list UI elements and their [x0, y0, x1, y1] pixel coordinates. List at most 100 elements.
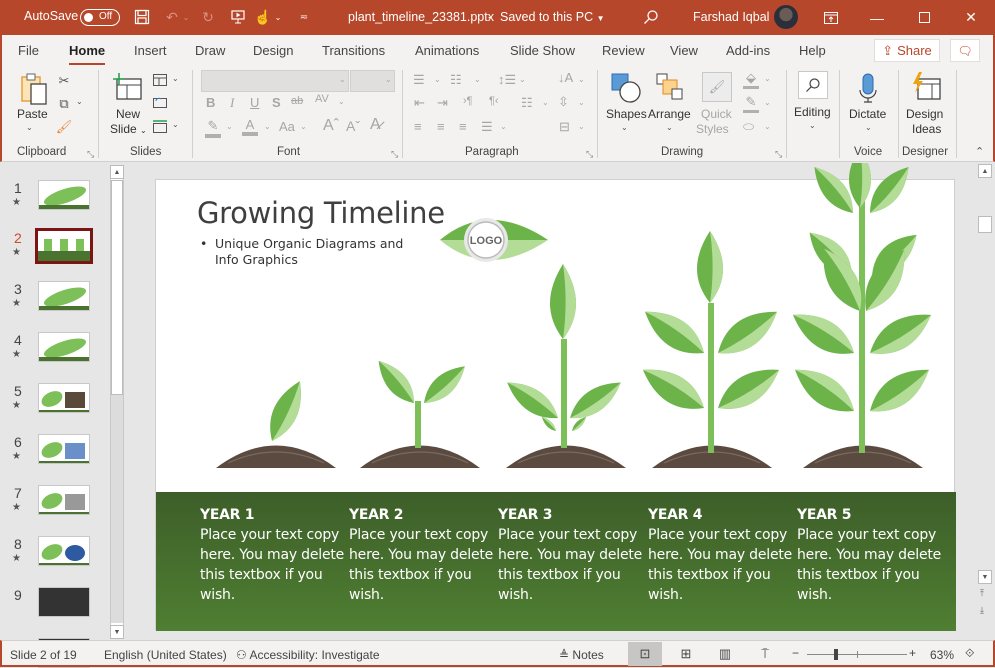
bullets-dropdown-icon[interactable]: ⌄ [434, 75, 441, 84]
slide-thumbnail[interactable] [38, 383, 90, 413]
touch-mode-icon[interactable]: ☝ [253, 7, 273, 27]
italic-button[interactable]: I [230, 95, 234, 111]
slide-thumbnail[interactable] [38, 536, 90, 566]
align-right-icon[interactable]: ≡ [459, 119, 467, 134]
align-center-icon[interactable]: ≡ [437, 119, 445, 134]
year-textbox[interactable]: YEAR 3 Place your text copy here. You may… [498, 505, 648, 605]
slide-vertical-scrollbar[interactable]: ▲ ▼ ⤒ ⤓ [977, 162, 993, 640]
clear-formatting-icon[interactable]: A̷ [370, 116, 381, 134]
slide-thumbnail[interactable] [38, 180, 90, 210]
paste-dropdown-icon[interactable]: ⌄ [26, 123, 33, 132]
avatar[interactable] [774, 5, 798, 29]
shape-effects-dropdown-icon[interactable]: ⌄ [764, 122, 771, 131]
search-icon[interactable] [641, 7, 661, 27]
paste-icon[interactable] [18, 72, 50, 106]
slide-show-button[interactable]: ⍑ [748, 642, 782, 666]
notes-button[interactable]: ≜ Notes [559, 648, 604, 662]
microphone-icon[interactable] [858, 72, 878, 104]
scroll-down-icon[interactable]: ▼ [110, 625, 124, 639]
paste-label[interactable]: Paste [17, 107, 48, 122]
slide-canvas[interactable]: Growing Timeline • Unique Organic Diagra… [155, 163, 956, 631]
normal-view-button[interactable]: ⊡ [628, 642, 662, 666]
copy-icon[interactable]: ⧉ [55, 95, 73, 113]
shadow-button[interactable]: S [272, 95, 281, 110]
increase-indent-icon[interactable]: ⇥ [437, 95, 448, 111]
increase-font-icon[interactable]: Aˆ [323, 117, 339, 135]
highlight-icon[interactable]: ✎ [205, 118, 221, 138]
justify-icon[interactable]: ☰ [481, 119, 493, 135]
tab-animations[interactable]: Animations [415, 43, 479, 58]
align-text-dropdown-icon[interactable]: ⌄ [578, 98, 585, 107]
arrange-icon[interactable] [655, 72, 687, 104]
share-button[interactable]: ⇪ Share [874, 39, 940, 62]
touch-dropdown-icon[interactable]: ⌄ [272, 7, 284, 27]
close-icon[interactable]: ✕ [948, 0, 994, 35]
decrease-font-icon[interactable]: Aˇ [346, 118, 360, 134]
layout-dropdown-icon[interactable]: ⌄ [172, 74, 179, 83]
font-launcher-icon[interactable]: ⤡ [391, 149, 398, 160]
section-dropdown-icon[interactable]: ⌄ [172, 120, 179, 129]
minimize-icon[interactable]: — [854, 0, 900, 35]
font-color-dropdown-icon[interactable]: ⌄ [264, 122, 271, 131]
text-direction-dropdown-icon[interactable]: ⌄ [578, 75, 585, 84]
tab-draw[interactable]: Draw [195, 43, 225, 58]
year-textbox[interactable]: YEAR 2 Place your text copy here. You may… [349, 505, 499, 605]
font-name-combo[interactable] [201, 70, 349, 92]
section-icon[interactable] [152, 118, 168, 134]
arrange-dropdown-icon[interactable]: ⌄ [666, 123, 673, 132]
align-text-icon[interactable]: ⇳ [558, 94, 569, 110]
rtl-icon[interactable]: ¶‹ [489, 95, 499, 107]
shape-fill-dropdown-icon[interactable]: ⌄ [764, 74, 771, 83]
line-spacing-dropdown-icon[interactable]: ⌄ [519, 75, 526, 84]
dictate-label[interactable]: Dictate [849, 107, 886, 122]
columns-dropdown-icon[interactable]: ⌄ [542, 98, 549, 107]
drawing-launcher-icon[interactable]: ⤡ [775, 149, 782, 160]
highlight-dropdown-icon[interactable]: ⌄ [226, 122, 233, 131]
slide-thumbnail[interactable] [38, 587, 90, 617]
design-ideas-label-1[interactable]: Design [906, 107, 943, 122]
shape-fill-icon[interactable]: ⬙ [743, 70, 759, 89]
shape-outline-dropdown-icon[interactable]: ⌄ [764, 98, 771, 107]
autosave-toggle[interactable]: Off [80, 9, 120, 26]
strikethrough-button[interactable]: ab [291, 95, 303, 107]
zoom-out-icon[interactable]: − [792, 646, 799, 660]
shape-outline-icon[interactable]: ✎ [743, 94, 759, 113]
zoom-in-icon[interactable]: + [909, 646, 916, 660]
char-spacing-button[interactable]: AV [315, 93, 329, 105]
accessibility-status[interactable]: ⚇ Accessibility: Investigate [236, 648, 380, 662]
smartart-icon[interactable]: ⊟ [559, 119, 570, 135]
language-indicator[interactable]: English (United States) [104, 648, 227, 662]
smartart-dropdown-icon[interactable]: ⌄ [578, 122, 585, 131]
zoom-slider-thumb[interactable] [834, 649, 839, 660]
dictate-dropdown-icon[interactable]: ⌄ [865, 123, 872, 132]
thumbnail-scroll-thumb[interactable] [111, 180, 123, 395]
tab-add-ins[interactable]: Add-ins [726, 43, 770, 58]
copy-dropdown-icon[interactable]: ⌄ [76, 97, 83, 106]
design-ideas-label-2[interactable]: Ideas [912, 122, 941, 137]
underline-button[interactable]: U [250, 95, 259, 110]
year-textbox[interactable]: YEAR 4 Place your text copy here. You may… [648, 505, 798, 605]
fit-to-window-icon[interactable]: ⟐ [965, 646, 974, 661]
tab-insert[interactable]: Insert [134, 43, 167, 58]
slide-thumbnail[interactable] [38, 281, 90, 311]
undo-icon[interactable]: ↶ [162, 7, 182, 27]
maximize-icon[interactable] [901, 0, 947, 35]
shapes-icon[interactable] [610, 72, 642, 104]
user-name[interactable]: Farshad Iqbal [693, 10, 769, 24]
tab-review[interactable]: Review [602, 43, 645, 58]
font-name-dropdown-icon[interactable]: ⌄ [339, 75, 346, 84]
quick-styles-label-1[interactable]: Quick [701, 107, 732, 122]
tab-view[interactable]: View [670, 43, 698, 58]
arrange-label[interactable]: Arrange [648, 107, 691, 122]
line-spacing-icon[interactable]: ↕☰ [498, 72, 516, 88]
previous-slide-icon[interactable]: ⤒ [980, 588, 984, 599]
slide-thumbnail[interactable] [38, 332, 90, 362]
customize-qat-icon[interactable]: ≂ [294, 7, 314, 27]
bullets-icon[interactable]: ☰ [413, 72, 425, 88]
format-painter-icon[interactable]: 🖌 [55, 118, 73, 136]
bold-button[interactable]: B [206, 95, 215, 110]
comments-button[interactable]: 🗨 [950, 39, 980, 62]
columns-icon[interactable]: ☷ [521, 95, 533, 111]
decrease-indent-icon[interactable]: ⇤ [414, 95, 425, 111]
tab-file[interactable]: File [18, 43, 39, 58]
